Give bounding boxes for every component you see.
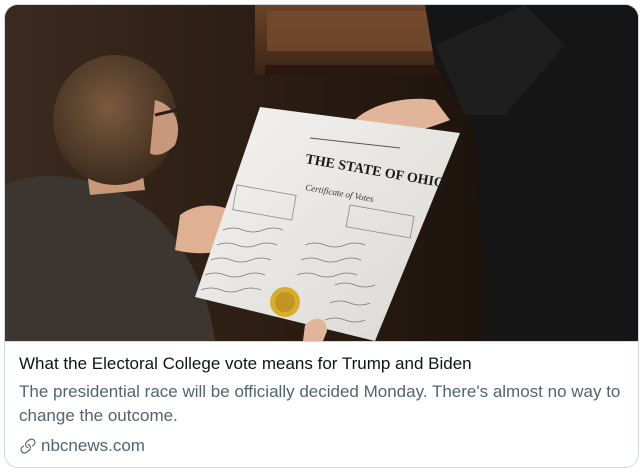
- link-icon: [20, 438, 36, 454]
- link-preview-card[interactable]: THE STATE OF OHIO Certificate of Votes W…: [4, 4, 639, 468]
- card-domain[interactable]: nbcnews.com: [19, 434, 624, 458]
- card-text[interactable]: What the Electoral College vote means fo…: [19, 352, 624, 458]
- card-description[interactable]: The presidential race will be officially…: [19, 380, 624, 428]
- article-image[interactable]: THE STATE OF OHIO Certificate of Votes: [5, 5, 638, 342]
- domain-label[interactable]: nbcnews.com: [41, 434, 145, 458]
- card-title[interactable]: What the Electoral College vote means fo…: [19, 352, 624, 376]
